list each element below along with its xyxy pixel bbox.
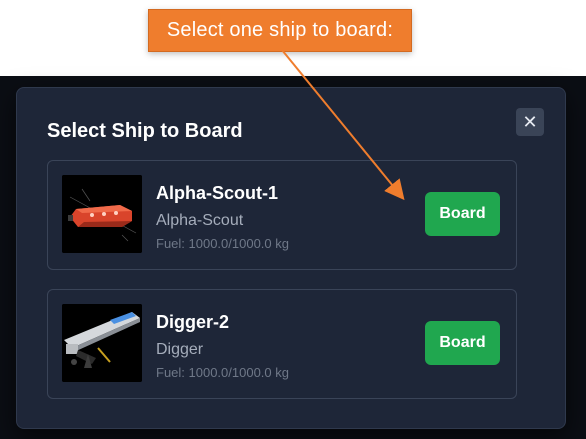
ship-fuel: Fuel: 1000.0/1000.0 kg	[156, 236, 289, 251]
ship-type: Alpha-Scout	[156, 212, 244, 229]
modal-title: Select Ship to Board	[47, 120, 243, 142]
instruction-callout: Select one ship to board:	[148, 9, 412, 52]
ship-name: Digger-2	[156, 312, 230, 332]
ship-fuel: Fuel: 1000.0/1000.0 kg	[156, 365, 289, 380]
ship-card: Digger-2 Digger Fuel: 1000.0/1000.0 kg B…	[47, 289, 517, 399]
board-button-alpha-scout-1[interactable]: Board	[425, 192, 500, 236]
ship-thumbnail-alpha-scout	[62, 175, 142, 253]
select-ship-modal: Select Ship to Board ✕ Alpha-Scout-1 Alp…	[16, 87, 566, 429]
ship-thumbnail-digger	[62, 304, 142, 382]
ship-name: Alpha-Scout-1	[156, 183, 279, 203]
ship-type: Digger	[156, 341, 204, 358]
ship-card: Alpha-Scout-1 Alpha-Scout Fuel: 1000.0/1…	[47, 160, 517, 270]
close-button[interactable]: ✕	[516, 108, 544, 136]
board-button-digger-2[interactable]: Board	[425, 321, 500, 365]
